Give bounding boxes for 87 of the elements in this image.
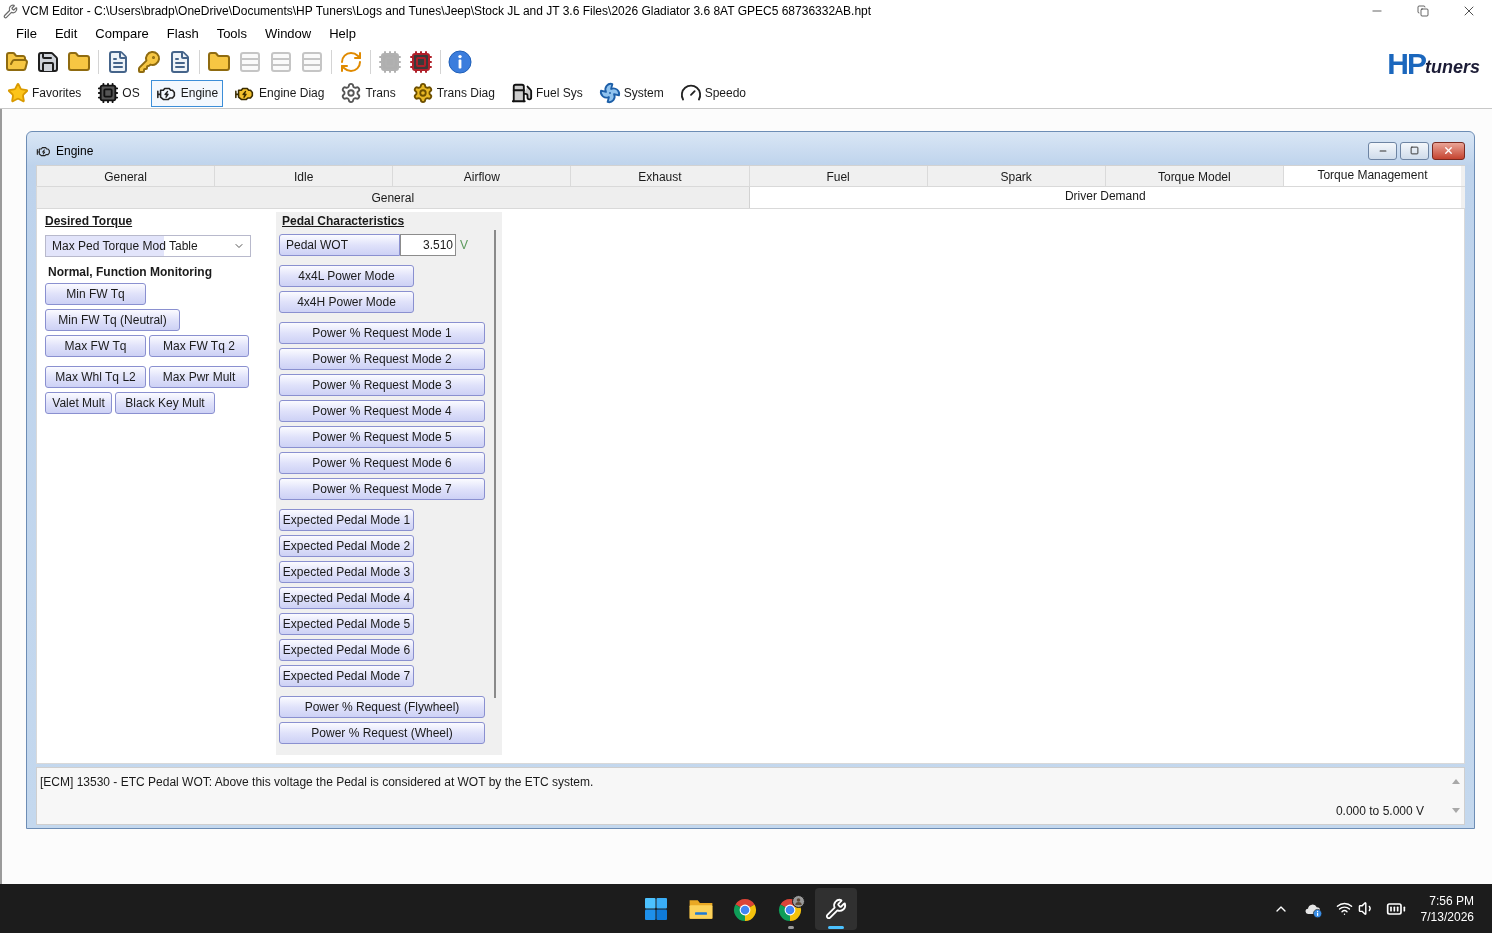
module-tab[interactable]: Favorites	[2, 79, 87, 107]
hp-tuners-logo: HPtuners	[1387, 50, 1480, 77]
module-tab[interactable]: Speedo	[674, 79, 752, 107]
chip-icon[interactable]	[409, 50, 433, 74]
folder-icon[interactable]	[67, 50, 91, 74]
table-button[interactable]: Min FW Tq	[45, 283, 146, 305]
wrench-icon	[825, 897, 847, 920]
fan-icon	[598, 82, 621, 104]
description-text: [ECM] 13530 - ETC Pedal WOT: Above this voltage the Pedal is considered at WOT by the ETC system.	[40, 774, 594, 790]
fuel-pump-icon	[510, 82, 533, 104]
table-button[interactable]: Expected Pedal Mode 5	[279, 613, 414, 635]
table-button[interactable]: 4x4H Power Mode	[279, 291, 414, 313]
range-text: 0.000 to 5.000 V	[1335, 803, 1424, 819]
table-button[interactable]: Expected Pedal Mode 2	[279, 535, 414, 557]
table-button[interactable]: Expected Pedal Mode 4	[279, 587, 414, 609]
start-menu-icon	[644, 896, 668, 921]
browser-icon	[777, 894, 805, 923]
module-tab[interactable]: OS	[92, 79, 145, 107]
table-button[interactable]: Power % Request (Wheel)	[279, 722, 485, 744]
running-indicator-icon	[828, 925, 844, 929]
table-button[interactable]: Max Whl Tq L2	[45, 366, 146, 388]
wrench-icon	[3, 3, 18, 19]
table-button[interactable]: Power % Request Mode 3	[279, 374, 485, 396]
table-dropdown[interactable]: Max Ped Torque Mod Table	[45, 235, 251, 257]
table-button[interactable]: Valet Mult	[45, 392, 112, 414]
window-title: VCM Editor - C:\Users\bradp\OneDrive\Documents\HP Tuners\Logs and Tunes\Jeep\Stock JL and JT 3.6 Files\2026 Gladiator 3.6 8AT GPEC5 68736332AB.hpt	[22, 3, 872, 20]
clock-date: 7/13/2026	[1420, 908, 1474, 925]
table-button[interactable]: Pedal WOT	[279, 234, 400, 256]
table-button[interactable]: Power % Request Mode 1	[279, 322, 485, 344]
module-tab[interactable]: Engine	[150, 79, 224, 107]
table-button[interactable]: Max FW Tq	[45, 335, 146, 357]
table-button[interactable]: Expected Pedal Mode 1	[279, 509, 414, 531]
chip-icon	[97, 82, 120, 104]
window-title: Engine	[56, 142, 94, 160]
unit-label: V	[460, 237, 468, 254]
minimize-button[interactable]	[1368, 141, 1397, 160]
value-field[interactable]: 3.510	[400, 234, 456, 256]
folder-open-icon[interactable]	[5, 50, 29, 74]
folder-icon[interactable]	[207, 50, 231, 74]
menu-item[interactable]: File	[7, 24, 46, 44]
menu-item[interactable]: Edit	[45, 24, 87, 44]
table-button[interactable]: Power % Request Mode 6	[279, 452, 485, 474]
document-icon[interactable]	[168, 50, 192, 74]
section-heading: Desired Torque	[45, 213, 133, 229]
document-icon[interactable]	[106, 50, 130, 74]
restore-icon	[1417, 5, 1429, 17]
gear-icon	[340, 82, 363, 104]
close-icon	[1443, 145, 1454, 156]
close-button[interactable]	[1432, 141, 1465, 160]
section-heading: Normal, Function Monitoring	[48, 264, 212, 280]
module-tab[interactable]: Trans Diag	[406, 79, 500, 107]
star-icon	[7, 82, 29, 104]
gear-icon	[411, 82, 434, 104]
module-tab[interactable]: System	[593, 79, 669, 107]
table-button[interactable]: Black Key Mult	[115, 392, 215, 414]
wifi-icon[interactable]	[1335, 900, 1353, 917]
table-button[interactable]: Power % Request (Flywheel)	[279, 696, 485, 718]
module-tab[interactable]: Fuel Sys	[505, 79, 588, 107]
menu-item[interactable]: Window	[256, 24, 321, 44]
menu-item[interactable]: Compare	[86, 24, 158, 44]
table-button[interactable]: Expected Pedal Mode 3	[279, 561, 414, 583]
table-button[interactable]: Min FW Tq (Neutral)	[45, 309, 180, 331]
table-button[interactable]: Expected Pedal Mode 7	[279, 665, 414, 687]
table-button[interactable]: Power % Request Mode 4	[279, 400, 485, 422]
table-button[interactable]: Max Pwr Mult	[149, 366, 249, 388]
menu-item[interactable]: Tools	[207, 24, 256, 44]
table-button[interactable]: Max FW Tq 2	[149, 335, 249, 357]
module-tab[interactable]: Engine Diag	[229, 79, 330, 107]
running-indicator-icon	[788, 925, 794, 929]
clock-time: 7:56 PM	[1429, 892, 1474, 909]
taskbar-app-button[interactable]	[815, 887, 857, 930]
table-button[interactable]: Power % Request Mode 5	[279, 426, 485, 448]
module-tab[interactable]: Trans	[335, 79, 401, 107]
menu-item[interactable]: Flash	[157, 24, 208, 44]
section-heading: Pedal Characteristics	[282, 213, 405, 229]
refresh-icon[interactable]	[339, 50, 363, 74]
info-icon[interactable]	[448, 50, 472, 74]
maximize-icon	[1410, 146, 1419, 155]
menu-item[interactable]: Help	[320, 24, 365, 44]
key-icon[interactable]	[137, 50, 161, 74]
table-button[interactable]: Expected Pedal Mode 6	[279, 639, 414, 661]
tab[interactable]: Driver Demand	[749, 187, 1461, 208]
scrollbar[interactable]	[494, 230, 496, 698]
table-button[interactable]: 4x4L Power Mode	[279, 265, 414, 287]
table-button[interactable]: Power % Request Mode 2	[279, 348, 485, 370]
table-button[interactable]: Power % Request Mode 7	[279, 478, 485, 500]
maximize-button[interactable]	[1400, 141, 1429, 160]
